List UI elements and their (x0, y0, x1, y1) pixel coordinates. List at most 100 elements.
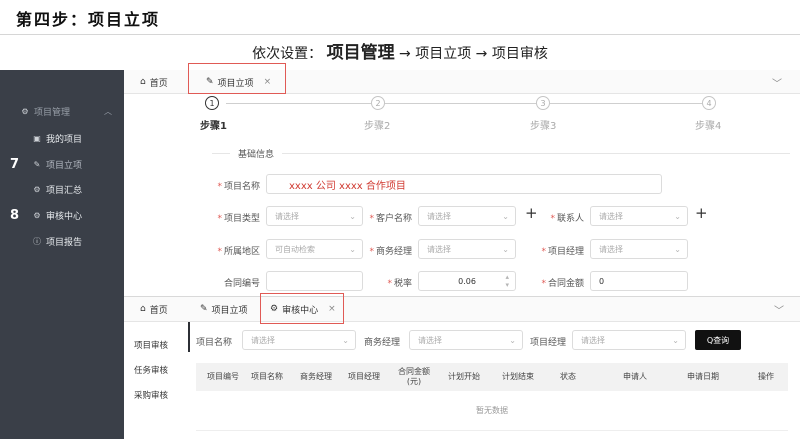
step-connector (550, 103, 702, 104)
step-connector (226, 103, 371, 104)
tab-home[interactable]: ⌂ 首页 (140, 297, 168, 321)
subnav-purchase-review[interactable]: 采购审核 (134, 389, 168, 401)
sidebar: ⚙ 项目管理 ︿ ▣ 我的项目 7 ✎ 项目立项 ⚙ 项目汇总 8 ⚙ 审核中心… (0, 70, 124, 439)
sidebar-item-review-center[interactable]: 8 ⚙ 审核中心 (0, 204, 124, 226)
sidebar-item-project-summary[interactable]: ⚙ 项目汇总 (0, 178, 124, 200)
section-divider (282, 153, 790, 154)
chevron-down-icon: ⌄ (674, 211, 681, 221)
gear-icon: ⚙ (33, 184, 41, 194)
info-icon: ⓘ (33, 236, 41, 246)
column-header: 项目编号 (207, 372, 239, 381)
filter-project-manager-label: 项目经理 (530, 338, 567, 348)
step-connector (385, 103, 536, 104)
sidebar-item-label: 项目报告 (46, 237, 83, 248)
column-header: 商务经理 (300, 372, 332, 381)
business-manager-label: * 商务经理 (369, 247, 412, 257)
project-name-input[interactable]: xxxx 公司 xxxx 合作项目 (266, 174, 662, 194)
chevron-down-icon[interactable]: ﹀ (772, 75, 782, 90)
step-label-2: 步骤2 (364, 121, 391, 132)
region-select[interactable]: 可自动检索 ⌄ (266, 239, 363, 259)
tax-rate-input[interactable]: 0.06 ▴ ▾ (418, 271, 516, 291)
step-circle-2: 2 (371, 96, 385, 110)
table-empty-state: 暂无数据 (196, 391, 788, 431)
filter-project-name-select[interactable]: 请选择 ⌄ (242, 330, 356, 350)
tab-project-setup[interactable]: ✎ 项目立项 (200, 297, 248, 321)
contract-no-label: 合同编号 (223, 279, 260, 289)
column-header: 项目名称 (251, 372, 283, 381)
sidebar-item-label: 我的项目 (46, 134, 83, 145)
tab-home[interactable]: ⌂ 首页 (140, 70, 168, 94)
step-circle-4: 4 (702, 96, 716, 110)
chevron-down-icon[interactable]: ﹀ (774, 302, 784, 317)
sidebar-group-label: 项目管理 (34, 107, 71, 118)
page-step-title: 第四步：项目立项 (16, 10, 161, 29)
section-title: 基础信息 (238, 150, 275, 160)
customer-name-select[interactable]: 请选择 ⌄ (418, 206, 516, 226)
column-header: 申请日期 (687, 372, 719, 381)
sidebar-item-label: 项目汇总 (46, 185, 83, 196)
project-manager-select[interactable]: 请选择 ⌄ (590, 239, 688, 259)
section-divider (212, 153, 230, 154)
tab-label: 首页 (149, 305, 168, 316)
step-label-4: 步骤4 (695, 121, 722, 132)
highlight-box-review-tab (260, 293, 344, 324)
sidebar-item-project-setup[interactable]: 7 ✎ 项目立项 (0, 153, 124, 175)
chevron-down-icon: ⌄ (502, 211, 509, 221)
chevron-down-icon: ⌄ (349, 211, 356, 221)
step-circle-1: 1 (205, 96, 219, 110)
add-customer-icon[interactable]: + (525, 204, 538, 222)
business-manager-select[interactable]: 请选择 ⌄ (418, 239, 516, 259)
contract-no-input[interactable] (266, 271, 363, 291)
chevron-down-icon: ⌄ (672, 335, 679, 345)
sidebar-item-project-report[interactable]: ⓘ 项目报告 (0, 230, 124, 252)
add-contact-icon[interactable]: + (695, 204, 708, 222)
subtitle-prefix: 依次设置： (252, 46, 323, 62)
query-button[interactable]: Q查询 (695, 330, 741, 350)
header-divider (0, 34, 800, 35)
contract-amount-input[interactable]: 0 (590, 271, 688, 291)
home-icon: ⌂ (140, 304, 146, 314)
project-type-label: * 项目类型 (217, 214, 260, 224)
column-header: 状态 (560, 372, 576, 381)
subtitle-path: → 项目立项 → 项目审核 (399, 46, 548, 62)
instruction-subtitle: 依次设置： 项目管理 → 项目立项 → 项目审核 (0, 38, 800, 63)
subnav-project-review[interactable]: 项目审核 (134, 339, 168, 351)
customer-name-label: * 客户名称 (369, 214, 412, 224)
chevron-down-icon: ⌄ (674, 244, 681, 254)
project-manager-label: * 项目经理 (541, 247, 584, 257)
highlight-box-top-tab (188, 63, 286, 94)
chevron-up-icon: ︿ (104, 106, 112, 116)
filter-project-manager-select[interactable]: 请选择 ⌄ (572, 330, 686, 350)
sidebar-item-my-projects[interactable]: ▣ 我的项目 (0, 127, 124, 149)
project-name-label: * 项目名称 (217, 182, 260, 192)
filter-business-manager-select[interactable]: 请选择 ⌄ (409, 330, 523, 350)
step-label-3: 步骤3 (530, 121, 557, 132)
column-header: 计划开始 (448, 372, 480, 381)
subtitle-strong: 项目管理 (326, 43, 395, 63)
contract-amount-label: * 合同金额 (541, 279, 584, 289)
sidebar-group-project[interactable]: ⚙ 项目管理 ︿ (0, 100, 124, 122)
contact-label: * 联系人 (550, 214, 584, 224)
step-number-7: 7 (10, 156, 20, 172)
step-circle-3: 3 (536, 96, 550, 110)
subnav-task-review[interactable]: 任务审核 (134, 364, 168, 376)
gear-icon: ⚙ (21, 106, 29, 116)
contact-select[interactable]: 请选择 ⌄ (590, 206, 688, 226)
bottom-tab-bar: ⌂ 首页 ✎ 项目立项 ⚙ 审核中心 × ﹀ (124, 296, 800, 322)
chevron-down-icon: ⌄ (342, 335, 349, 345)
table-header: 项目编号 项目名称 商务经理 项目经理 合同金额(元) 计划开始 计划结束 状态… (196, 363, 788, 391)
gear-icon: ⚙ (33, 210, 41, 220)
stepper-icon: ▴ ▾ (505, 273, 509, 289)
home-icon: ⌂ (140, 77, 146, 87)
column-header: 申请人 (623, 372, 647, 381)
column-header: 操作 (758, 372, 774, 381)
filter-business-manager-label: 商务经理 (364, 338, 401, 348)
region-label: * 所属地区 (217, 247, 260, 257)
project-type-select[interactable]: 请选择 ⌄ (266, 206, 363, 226)
chevron-down-icon: ⌄ (349, 244, 356, 254)
sidebar-item-label: 审核中心 (46, 211, 83, 222)
chevron-down-icon: ⌄ (509, 335, 516, 345)
pin-icon: ✎ (33, 159, 41, 169)
column-header: 计划结束 (502, 372, 534, 381)
column-header: 合同金额(元) (398, 367, 430, 386)
